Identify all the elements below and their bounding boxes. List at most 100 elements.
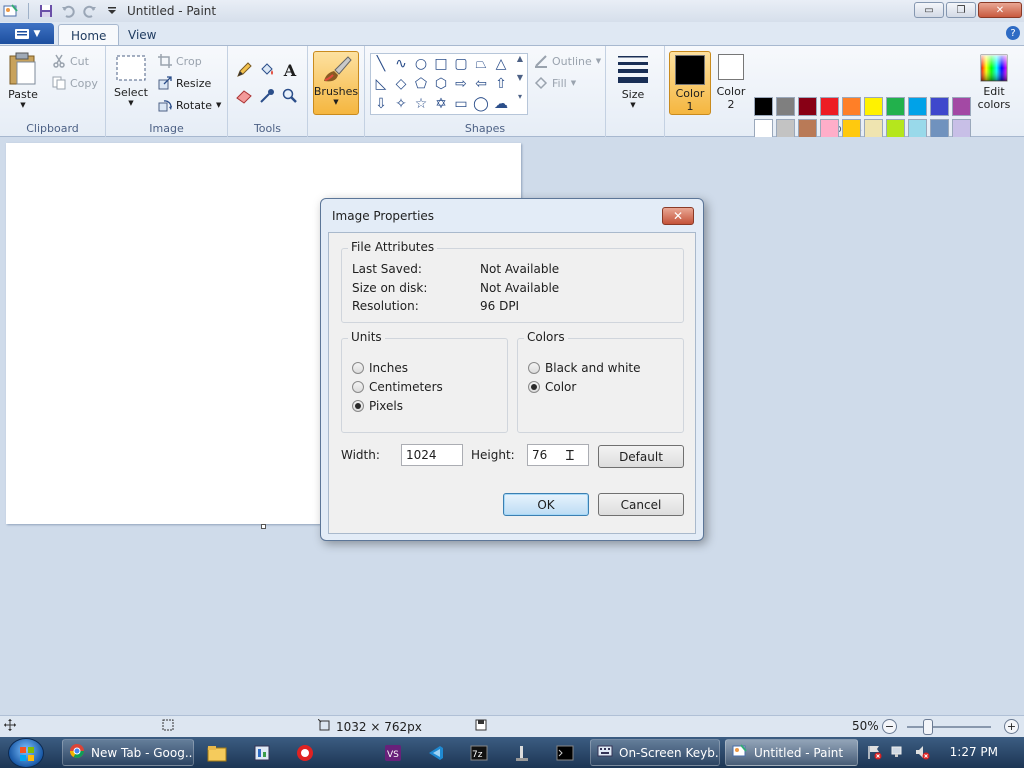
down-arrow-shape-icon[interactable]: ⇩ xyxy=(371,94,391,114)
cut-button[interactable]: Cut xyxy=(52,54,89,68)
oval-shape-icon[interactable]: ○ xyxy=(411,54,431,74)
taskbar-item-on-screen-keyboard[interactable]: On-Screen Keyb... xyxy=(590,739,720,766)
palette-swatch[interactable] xyxy=(776,97,795,116)
file-explorer-icon[interactable] xyxy=(205,741,229,765)
paint-app-icon[interactable] xyxy=(2,2,20,20)
palette-swatch[interactable] xyxy=(930,97,949,116)
rounded-rectangle-shape-icon[interactable]: ▢ xyxy=(451,54,471,74)
height-input[interactable] xyxy=(527,444,589,466)
dialog-close-button[interactable]: ✕ xyxy=(662,207,694,225)
units-centimeters-option[interactable]: Centimeters xyxy=(352,380,443,394)
zoom-out-button[interactable]: − xyxy=(882,719,897,734)
taskbar-item-paint[interactable]: Untitled - Paint xyxy=(725,739,858,766)
application-menu-button[interactable]: ▼ xyxy=(0,23,54,44)
rectangle-shape-icon[interactable]: □ xyxy=(431,54,451,74)
radio-button[interactable] xyxy=(352,362,364,374)
color-picker-icon[interactable] xyxy=(257,86,277,106)
left-arrow-shape-icon[interactable]: ⇦ xyxy=(471,74,491,94)
four-point-star-shape-icon[interactable]: ✧ xyxy=(391,94,411,114)
save-icon[interactable] xyxy=(37,2,55,20)
edit-colors-button[interactable]: Edit colors xyxy=(977,54,1011,111)
customize-toolbar-dropdown-icon[interactable] xyxy=(103,2,121,20)
volume-icon[interactable] xyxy=(914,744,930,760)
palette-swatch[interactable] xyxy=(886,97,905,116)
zoom-in-button[interactable]: + xyxy=(1004,719,1019,734)
triangle-shape-icon[interactable]: △ xyxy=(491,54,511,74)
taskbar-clock[interactable]: 1:27 PM xyxy=(950,745,998,759)
minimize-button[interactable]: ▭ xyxy=(914,2,944,18)
rounded-callout-shape-icon[interactable]: ▭ xyxy=(451,94,471,114)
hexagon-shape-icon[interactable]: ⬡ xyxy=(431,74,451,94)
flag-icon[interactable] xyxy=(866,744,882,760)
five-point-star-shape-icon[interactable]: ☆ xyxy=(411,94,431,114)
palette-swatch[interactable] xyxy=(820,97,839,116)
seven-zip-icon[interactable]: 7z xyxy=(467,741,491,765)
curve-shape-icon[interactable]: ∿ xyxy=(391,54,411,74)
canvas-resize-handle-bottom[interactable] xyxy=(261,524,266,529)
network-icon[interactable] xyxy=(890,744,906,760)
palette-swatch[interactable] xyxy=(864,97,883,116)
fill-button[interactable]: Fill ▼ xyxy=(534,76,576,90)
redo-icon[interactable] xyxy=(81,2,99,20)
black-and-white-option[interactable]: Black and white xyxy=(528,361,641,375)
select-button[interactable]: Select ▼ xyxy=(114,54,148,107)
control-panel-icon[interactable] xyxy=(250,741,274,765)
fill-bucket-icon[interactable] xyxy=(257,60,277,80)
shapes-scroll[interactable]: ▲ ▼ ▾ xyxy=(514,54,526,114)
palette-swatch[interactable] xyxy=(798,119,817,138)
magnifier-icon[interactable] xyxy=(280,86,300,106)
radio-button[interactable] xyxy=(528,362,540,374)
copy-button[interactable]: Copy xyxy=(52,76,98,90)
rotate-button[interactable]: Rotate ▼ xyxy=(158,98,221,112)
radio-button-selected[interactable] xyxy=(352,400,364,412)
palette-swatch[interactable] xyxy=(776,119,795,138)
paste-button[interactable]: Paste ▼ xyxy=(8,52,38,109)
diamond-shape-icon[interactable]: ◇ xyxy=(391,74,411,94)
color-option[interactable]: Color xyxy=(528,380,576,394)
close-button[interactable]: ✕ xyxy=(978,2,1022,18)
undo-icon[interactable] xyxy=(59,2,77,20)
taskbar-item-chrome[interactable]: New Tab - Goog... xyxy=(62,739,194,766)
crop-button[interactable]: Crop xyxy=(158,54,202,68)
palette-swatch[interactable] xyxy=(864,119,883,138)
palette-swatch[interactable] xyxy=(842,97,861,116)
right-arrow-shape-icon[interactable]: ⇨ xyxy=(451,74,471,94)
oval-callout-shape-icon[interactable]: ◯ xyxy=(471,94,491,114)
scroll-down-icon[interactable]: ▼ xyxy=(517,73,523,82)
pencil-icon[interactable] xyxy=(234,60,254,80)
outline-button[interactable]: Outline ▼ xyxy=(534,54,601,68)
six-point-star-shape-icon[interactable]: ✡ xyxy=(431,94,451,114)
palette-swatch[interactable] xyxy=(952,119,971,138)
restore-button[interactable]: ❐ xyxy=(946,2,976,18)
help-icon[interactable]: ? xyxy=(1006,26,1020,40)
color1-button[interactable]: Color 1 xyxy=(669,51,711,115)
right-triangle-shape-icon[interactable]: ◺ xyxy=(371,74,391,94)
pin-tool-icon[interactable] xyxy=(510,741,534,765)
cancel-button[interactable]: Cancel xyxy=(598,493,684,516)
size-button[interactable]: Size ▼ xyxy=(616,54,650,109)
cloud-callout-shape-icon[interactable]: ☁ xyxy=(491,94,511,114)
palette-swatch[interactable] xyxy=(908,119,927,138)
palette-swatch[interactable] xyxy=(952,97,971,116)
radio-button[interactable] xyxy=(352,381,364,393)
resize-button[interactable]: Resize xyxy=(158,76,211,90)
brushes-button[interactable]: Brushes ▼ xyxy=(313,51,359,115)
radio-button-selected[interactable] xyxy=(528,381,540,393)
palette-swatch[interactable] xyxy=(820,119,839,138)
units-pixels-option[interactable]: Pixels xyxy=(352,399,403,413)
color2-button[interactable]: Color 2 xyxy=(715,54,747,111)
palette-swatch[interactable] xyxy=(886,119,905,138)
line-shape-icon[interactable]: ╲ xyxy=(371,54,391,74)
units-inches-option[interactable]: Inches xyxy=(352,361,408,375)
visual-studio-icon[interactable]: VS xyxy=(381,741,405,765)
start-button[interactable] xyxy=(8,738,44,768)
pentagon-shape-icon[interactable]: ⬠ xyxy=(411,74,431,94)
palette-swatch[interactable] xyxy=(798,97,817,116)
expand-gallery-icon[interactable]: ▾ xyxy=(518,92,522,101)
tab-home[interactable]: Home xyxy=(58,24,120,46)
palette-swatch[interactable] xyxy=(930,119,949,138)
zoom-slider-track[interactable] xyxy=(907,726,991,728)
default-button[interactable]: Default xyxy=(598,445,684,468)
palette-swatch[interactable] xyxy=(754,119,773,138)
vs-code-icon[interactable] xyxy=(424,741,448,765)
